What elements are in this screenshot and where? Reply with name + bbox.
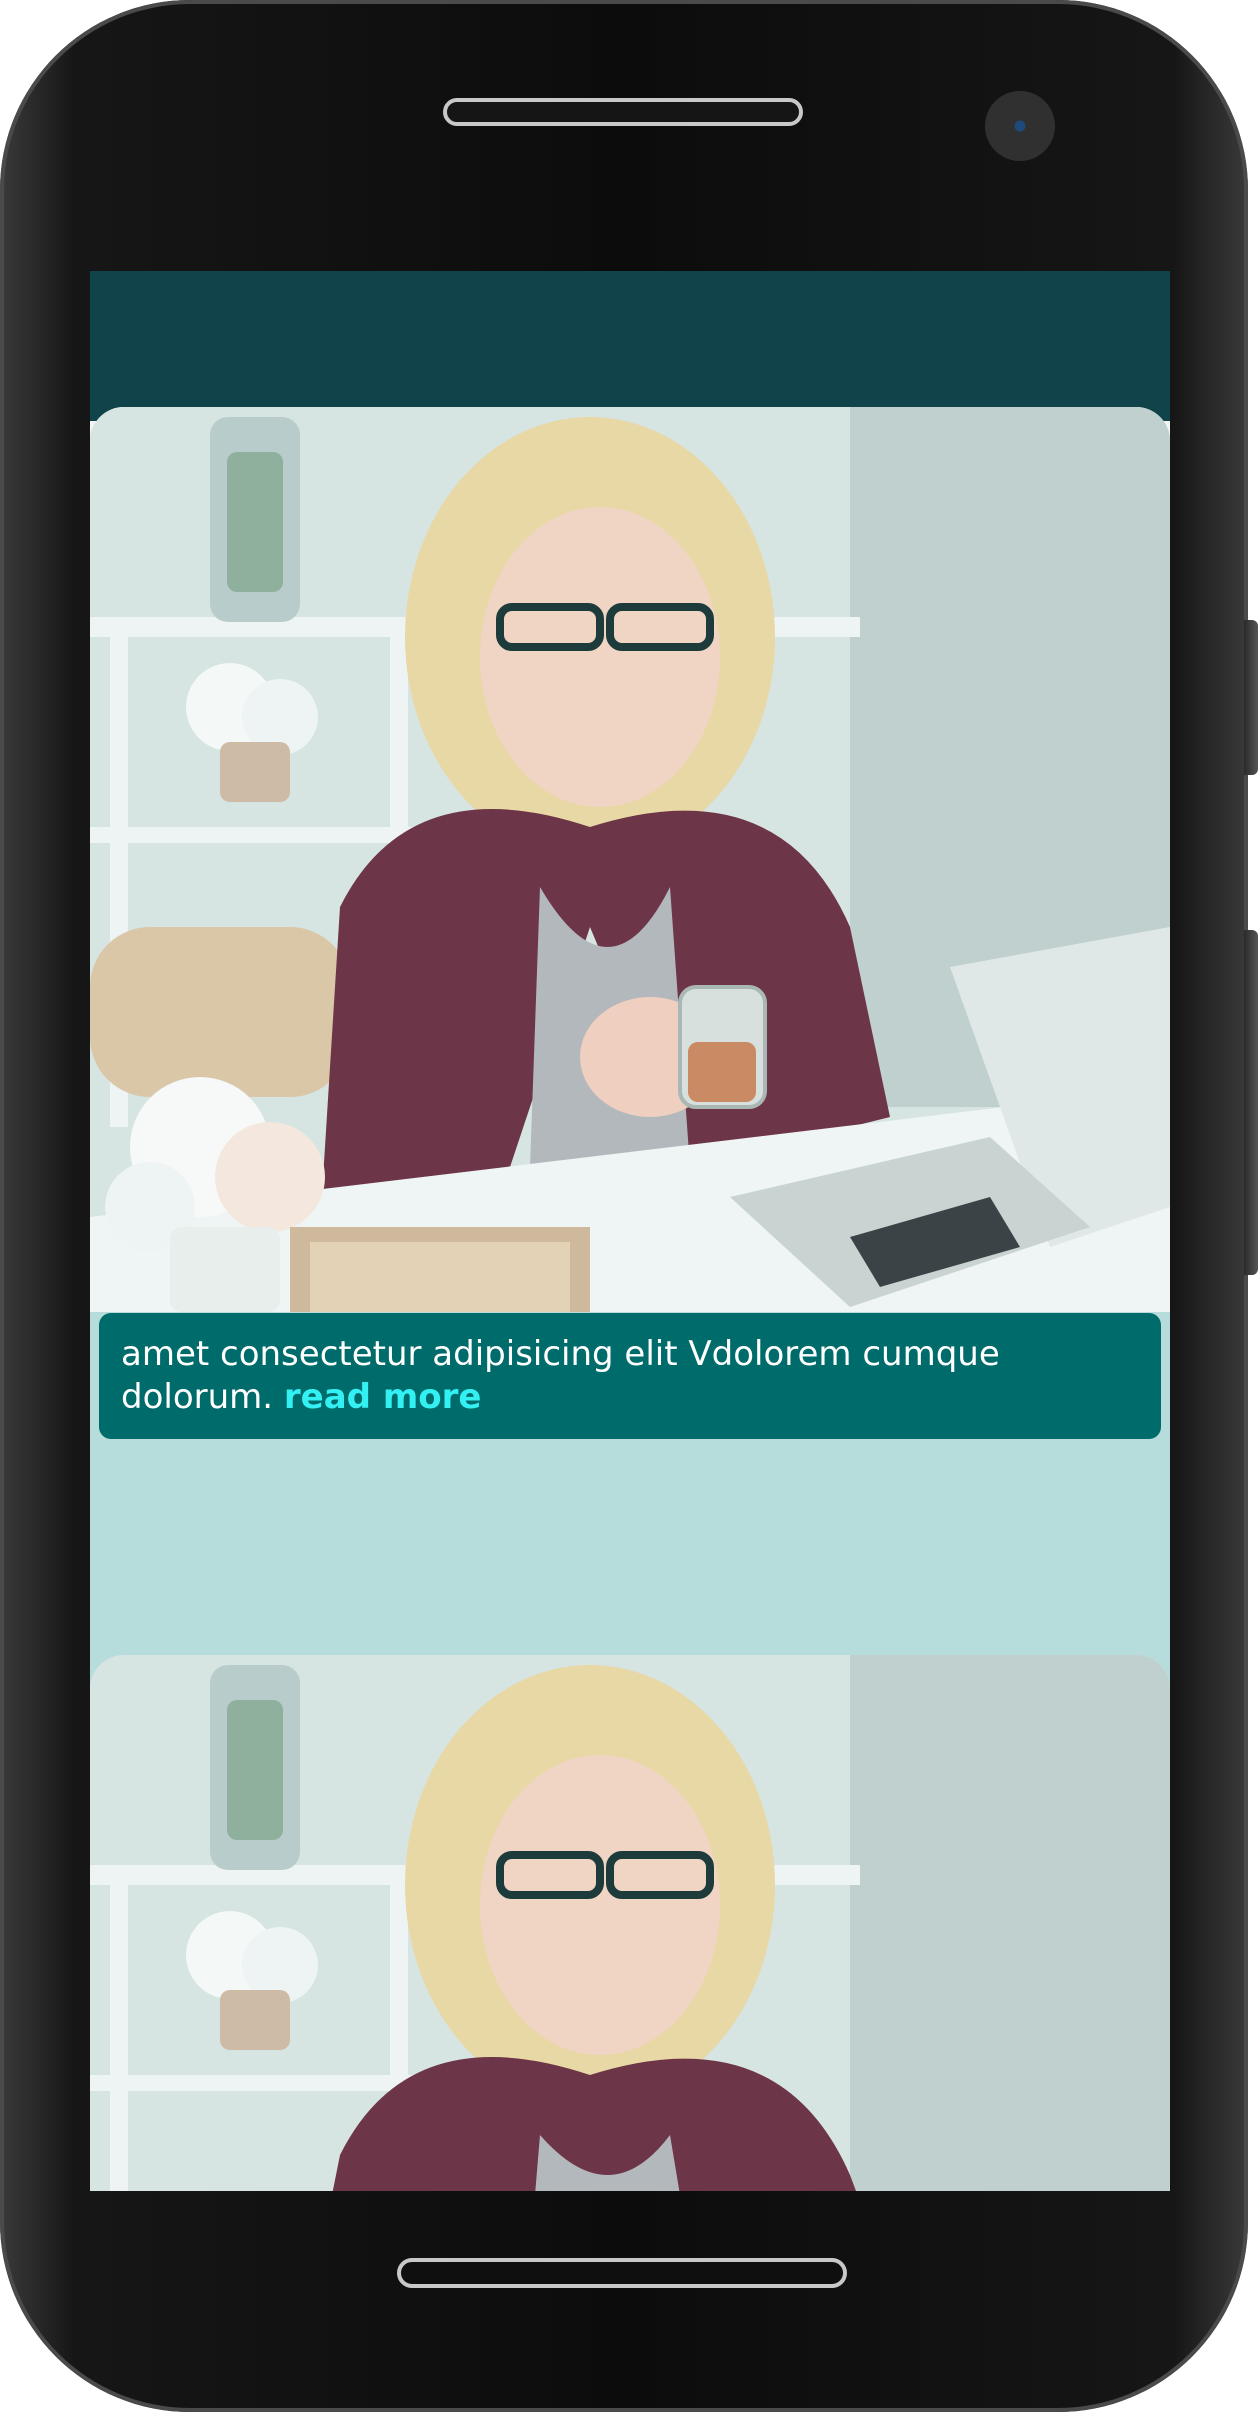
photo-illustration <box>90 1655 1170 2191</box>
article-image <box>90 407 1170 1312</box>
home-button[interactable] <box>397 2258 847 2288</box>
photo-illustration <box>90 407 1170 1312</box>
app-header <box>90 271 1170 421</box>
app-screen: amet consectetur adipisicing elit Vdolor… <box>90 271 1170 2191</box>
power-button[interactable] <box>1244 620 1258 775</box>
article-image <box>90 1655 1170 2191</box>
read-more-link[interactable]: read more <box>284 1377 482 1417</box>
volume-button[interactable] <box>1244 930 1258 1275</box>
speaker-icon <box>443 98 803 126</box>
camera-icon <box>985 91 1055 161</box>
article-card[interactable] <box>90 1655 1170 2191</box>
article-caption: amet consectetur adipisicing elit Vdolor… <box>99 1313 1161 1439</box>
phone-frame: amet consectetur adipisicing elit Vdolor… <box>0 0 1248 2412</box>
caption-text: amet consectetur adipisicing elit Vdolor… <box>121 1334 1000 1417</box>
